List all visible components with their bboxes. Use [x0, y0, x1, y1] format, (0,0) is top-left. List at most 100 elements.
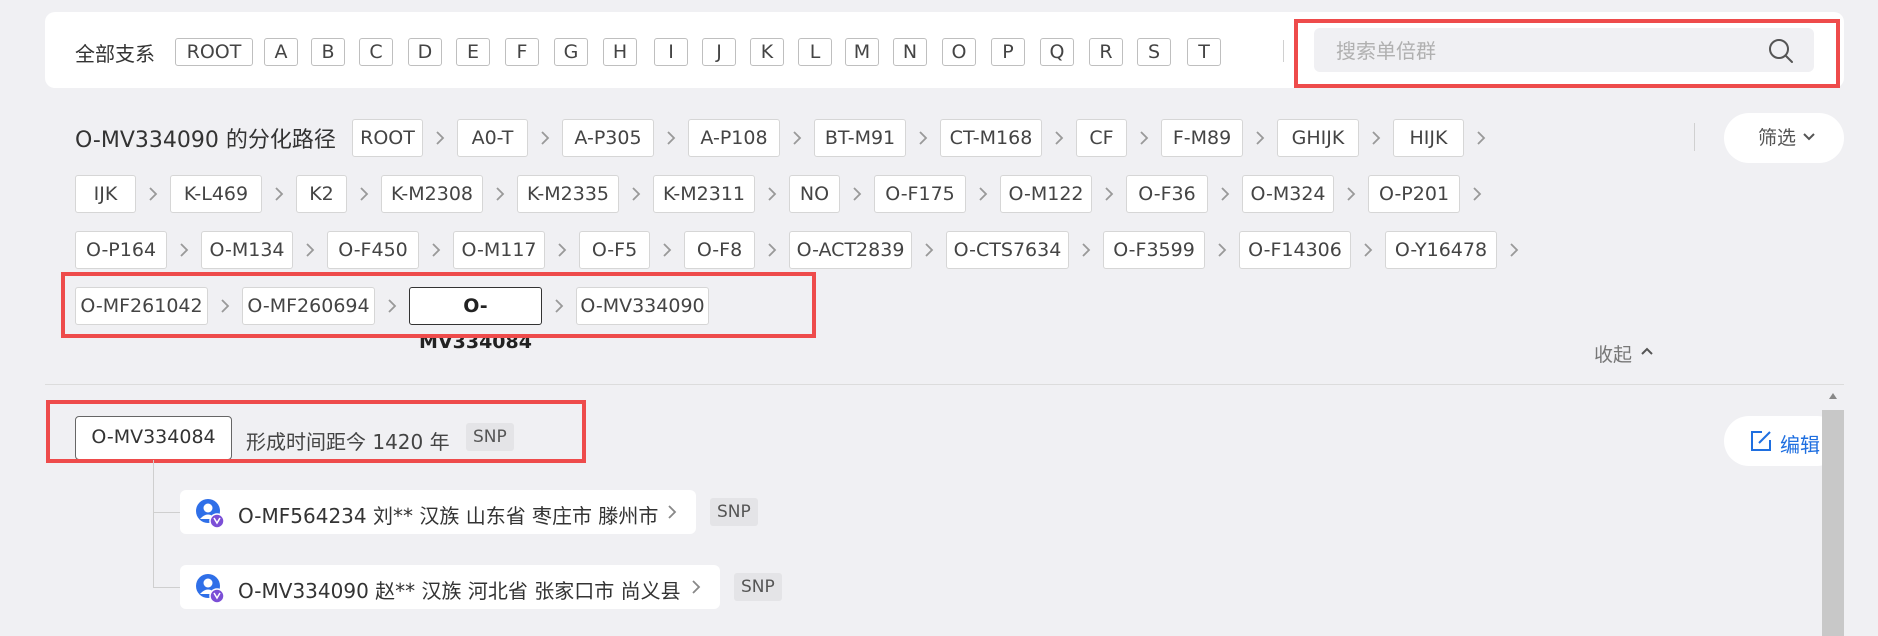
chevron-right-icon [1347, 187, 1356, 201]
branch-chip-k[interactable]: K [750, 38, 784, 66]
all-branches-label[interactable]: 全部支系 [75, 38, 155, 67]
branch-chip-p[interactable]: P [991, 38, 1025, 66]
chevron-right-icon [1256, 131, 1265, 145]
path-node[interactable]: O-M134 [201, 231, 293, 269]
path-node[interactable]: O-F175 [874, 175, 966, 213]
path-node[interactable]: O-ACT2839 [789, 231, 912, 269]
path-node[interactable]: O-F36 [1126, 175, 1208, 213]
chevron-right-icon [663, 243, 672, 257]
path-node[interactable]: K2 [296, 175, 347, 213]
path-node[interactable]: BT-M91 [814, 119, 906, 157]
tree-connector [153, 587, 180, 588]
tree-connector [153, 512, 180, 513]
branch-chip-d[interactable]: D [408, 38, 442, 66]
path-node[interactable]: O-M117 [453, 231, 545, 269]
path-node[interactable]: O-F450 [327, 231, 419, 269]
branch-chip-g[interactable]: G [554, 38, 588, 66]
path-node[interactable]: NO [789, 175, 840, 213]
chevron-right-icon [979, 187, 988, 201]
chevron-right-icon [1364, 243, 1373, 257]
path-node[interactable]: K-L469 [170, 175, 262, 213]
child-label: O-MV334090 赵** 汉族 河北省 张家口市 尚义县 [238, 579, 681, 603]
path-node[interactable]: O-CTS7634 [946, 231, 1069, 269]
path-node[interactable]: ROOT [352, 119, 423, 157]
chevron-right-icon [275, 187, 284, 201]
branch-chip-a[interactable]: A [264, 38, 298, 66]
chevron-right-icon [436, 131, 445, 145]
chevron-right-icon [360, 187, 369, 201]
chevron-right-icon [1082, 243, 1091, 257]
path-node[interactable]: CT-M168 [940, 119, 1042, 157]
branch-chip-t[interactable]: T [1187, 38, 1221, 66]
path-node[interactable]: O-M324 [1242, 175, 1334, 213]
branch-chip-s[interactable]: S [1137, 38, 1171, 66]
path-node[interactable]: HIJK [1393, 119, 1464, 157]
path-node[interactable]: K-M2308 [381, 175, 483, 213]
branch-chip-c[interactable]: C [359, 38, 393, 66]
path-node[interactable]: O-P201 [1368, 175, 1460, 213]
chevron-right-icon [541, 131, 550, 145]
chevron-right-icon [1055, 131, 1064, 145]
branch-chip-r[interactable]: R [1089, 38, 1123, 66]
collapse-button[interactable]: 收起 [1594, 340, 1653, 367]
path-node[interactable]: O-M122 [1000, 175, 1092, 213]
branch-chip-m[interactable]: M [845, 38, 879, 66]
path-node[interactable]: K-M2311 [653, 175, 755, 213]
chevron-right-icon [1140, 131, 1149, 145]
branch-chip-j[interactable]: J [702, 38, 736, 66]
path-node[interactable]: CF [1076, 119, 1127, 157]
branch-chip-e[interactable]: E [456, 38, 490, 66]
branch-chip-root[interactable]: ROOT [175, 38, 253, 66]
path-node[interactable]: O-F8 [684, 231, 755, 269]
scroll-up-icon[interactable] [1828, 392, 1838, 400]
branch-chip-f[interactable]: F [505, 38, 539, 66]
path-node[interactable]: O-F5 [579, 231, 650, 269]
chevron-right-icon [768, 243, 777, 257]
chevron-right-icon [919, 131, 928, 145]
branch-chip-h[interactable]: H [603, 38, 637, 66]
branch-chip-q[interactable]: Q [1040, 38, 1074, 66]
child-haplogroup-item[interactable]: O-MV334090 赵** 汉族 河北省 张家口市 尚义县 [180, 565, 720, 609]
tree-connector [153, 460, 154, 588]
path-row-highlight-box [61, 272, 816, 338]
path-node[interactable]: GHIJK [1277, 119, 1359, 157]
scrollbar-thumb[interactable] [1822, 410, 1844, 636]
path-node[interactable]: A-P305 [562, 119, 654, 157]
branch-chip-n[interactable]: N [893, 38, 927, 66]
snp-tag: SNP [710, 498, 758, 526]
chevron-right-icon [668, 505, 677, 519]
branch-chip-b[interactable]: B [311, 38, 345, 66]
divider [1283, 40, 1284, 62]
chevron-right-icon [853, 187, 862, 201]
collapse-label: 收起 [1594, 344, 1633, 366]
path-node[interactable]: O-Y16478 [1385, 231, 1497, 269]
chevron-right-icon [306, 243, 315, 257]
path-node[interactable]: F-M89 [1161, 119, 1243, 157]
snp-tag: SNP [734, 573, 782, 601]
filter-divider [1694, 123, 1695, 151]
filter-label: 筛选 [1758, 127, 1797, 149]
path-node[interactable]: A-P108 [688, 119, 780, 157]
child-label: O-MF564234 刘** 汉族 山东省 枣庄市 滕州市 [238, 504, 659, 528]
chevron-down-icon [1803, 133, 1815, 141]
path-node[interactable]: O-F14306 [1239, 231, 1351, 269]
chevron-right-icon [180, 243, 189, 257]
child-haplogroup-item[interactable]: O-MF564234 刘** 汉族 山东省 枣庄市 滕州市 [180, 490, 696, 534]
path-node[interactable]: A0-T [457, 119, 528, 157]
branch-chip-l[interactable]: L [798, 38, 832, 66]
path-node[interactable]: IJK [75, 175, 136, 213]
chevron-right-icon [149, 187, 158, 201]
branch-chip-i[interactable]: I [654, 38, 688, 66]
chevron-right-icon [1510, 243, 1519, 257]
edit-label: 编辑 [1780, 433, 1820, 457]
chevron-right-icon [1218, 243, 1227, 257]
chevron-up-icon [1641, 347, 1653, 355]
chevron-right-icon [632, 187, 641, 201]
filter-button[interactable]: 筛选 [1724, 113, 1844, 163]
path-node[interactable]: O-F3599 [1103, 231, 1205, 269]
chevron-right-icon [793, 131, 802, 145]
branch-chip-o[interactable]: O [942, 38, 976, 66]
path-node[interactable]: K-M2335 [517, 175, 619, 213]
path-node[interactable]: O-P164 [75, 231, 167, 269]
chevron-right-icon [768, 187, 777, 201]
